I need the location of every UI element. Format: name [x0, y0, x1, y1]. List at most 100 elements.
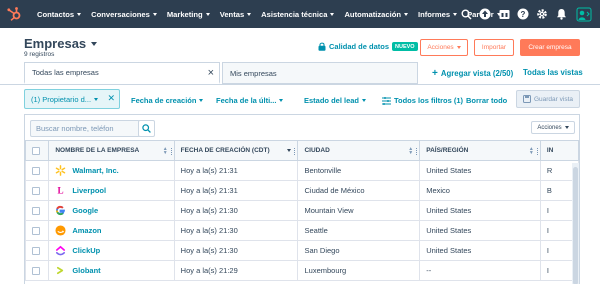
search-icon[interactable] [460, 8, 472, 20]
select-all-checkbox[interactable] [32, 146, 40, 155]
column-label: IN [546, 147, 554, 154]
owner-filter-label: (1) Propietario d... [31, 94, 92, 104]
owner-filter-chip[interactable]: (1) Propietario d... ✕ [24, 89, 120, 109]
company-link[interactable]: L Liverpool [55, 185, 173, 196]
sort-icon[interactable]: ▲ ▼ [529, 147, 534, 156]
row-checkbox[interactable] [32, 167, 40, 175]
chevron-down-icon [94, 97, 99, 101]
help-icon[interactable]: ? [517, 8, 529, 20]
chevron-down-icon [247, 12, 252, 16]
company-name-cell: Amazon [48, 220, 175, 241]
nav-item-informes[interactable]: Informes [413, 10, 462, 19]
create-company-button[interactable]: Crear empresa [520, 39, 580, 56]
row-checkbox[interactable] [32, 187, 40, 195]
clickup-logo-icon [56, 245, 66, 256]
search-button[interactable] [138, 120, 155, 137]
row-checkbox[interactable] [32, 247, 40, 255]
notifications-icon[interactable] [555, 8, 567, 20]
last-activity-filter[interactable]: Fecha de la últi... [216, 96, 284, 105]
avatar[interactable] [574, 5, 594, 23]
column-header-created-date[interactable]: FECHA DE CREACIÓN (CDT) [173, 140, 299, 161]
company-name-cell: Globant [48, 260, 175, 281]
table-row[interactable]: Globant Hoy a la(s) 21:29 Luxembourg -- … [25, 260, 579, 281]
lead-status-filter[interactable]: Estado del lead [304, 96, 367, 105]
table-row[interactable]: Walmart, Inc. Hoy a la(s) 21:31 Bentonvi… [25, 160, 579, 181]
close-icon[interactable]: ✕ [107, 93, 115, 104]
company-link[interactable]: Globant [55, 265, 173, 276]
hubspot-logo-icon[interactable] [6, 6, 22, 22]
row-select-cell [25, 160, 50, 181]
created-date-cell: Hoy a la(s) 21:31 [173, 160, 299, 181]
marketplace-icon[interactable] [498, 8, 510, 20]
column-resize-handle[interactable] [294, 148, 296, 155]
chevron-down-icon [199, 99, 204, 102]
country-cell: United States [419, 220, 541, 241]
actions-button[interactable]: Acciones [420, 39, 468, 56]
filter-label: Estado del lead [304, 96, 360, 105]
company-link[interactable]: Walmart, Inc. [55, 165, 173, 176]
column-resize-handle[interactable] [416, 148, 418, 155]
row-select-cell [25, 180, 50, 201]
import-button[interactable]: Importar [474, 39, 514, 56]
tab-all-companies[interactable]: Todas las empresas × [24, 62, 220, 84]
company-name-cell: L Liverpool [48, 180, 175, 201]
company-link[interactable]: ClickUp [55, 245, 173, 256]
row-checkbox[interactable] [32, 207, 40, 215]
nav-utility-icons: ? [460, 0, 594, 28]
settings-icon[interactable] [536, 8, 548, 20]
table-actions-label: Acciones [537, 124, 562, 131]
column-resize-handle[interactable] [170, 148, 173, 155]
sort-descending-icon[interactable] [287, 149, 292, 152]
save-view-button[interactable]: Guardar vista [516, 90, 580, 108]
table-row[interactable]: Google Hoy a la(s) 21:30 Mountain View U… [25, 200, 579, 221]
country-cell: Mexico [419, 180, 541, 201]
row-select-cell [25, 260, 50, 281]
page-title[interactable]: Empresas [24, 36, 98, 51]
company-link[interactable]: Google [55, 205, 173, 216]
data-quality-link[interactable]: Calidad de datos NUEVO [318, 42, 418, 51]
nav-item-marketing[interactable]: Marketing [162, 10, 215, 19]
all-views-link[interactable]: Todas las vistas [523, 68, 583, 77]
table-row[interactable]: ClickUp Hoy a la(s) 21:30 San Diego Unit… [25, 240, 579, 261]
new-badge: NUEVO [392, 42, 418, 51]
chevron-down-icon [564, 126, 569, 129]
nav-item-contactos[interactable]: Contactos [32, 10, 86, 19]
row-checkbox[interactable] [32, 267, 40, 275]
nav-item-asistencia[interactable]: Asistencia técnica [256, 10, 339, 19]
table-row[interactable]: L Liverpool Hoy a la(s) 21:31 Ciudad de … [25, 180, 579, 201]
nav-item-conversaciones[interactable]: Conversaciones [86, 10, 162, 19]
nav-item-automatizacion[interactable]: Automatización [339, 10, 413, 19]
sort-icon[interactable]: ▲ ▼ [408, 147, 413, 156]
table-actions-button[interactable]: Acciones [531, 121, 575, 134]
column-header-country[interactable]: PAÍS/REGIÓN ▲ ▼ [419, 140, 541, 161]
created-date-filter[interactable]: Fecha de creación [131, 96, 204, 105]
table-row[interactable]: Amazon Hoy a la(s) 21:30 Seattle United … [25, 220, 579, 241]
upgrade-icon[interactable] [479, 8, 491, 20]
table-scrollbar-thumb[interactable] [573, 167, 578, 284]
column-resize-handle[interactable] [536, 148, 539, 155]
company-name: ClickUp [72, 246, 101, 255]
tab-my-companies[interactable]: Mis empresas [222, 62, 418, 84]
row-select-cell [25, 200, 50, 221]
sort-icon[interactable]: ▲ ▼ [163, 147, 168, 156]
column-label: CIUDAD [304, 147, 330, 154]
nav-item-ventas[interactable]: Ventas [215, 10, 256, 19]
clear-all-button[interactable]: Borrar todo [466, 96, 507, 105]
chevron-down-icon [362, 99, 367, 102]
all-filters-button[interactable]: Todos los filtros (1) [382, 96, 463, 105]
company-name: Google [72, 206, 99, 215]
row-checkbox[interactable] [32, 227, 40, 235]
close-icon[interactable]: × [208, 67, 214, 79]
column-header-city[interactable]: CIUDAD ▲ ▼ [297, 140, 421, 161]
chevron-down-icon [77, 12, 82, 16]
column-header-partial[interactable]: IN [539, 140, 579, 161]
column-label: NOMBRE DE LA EMPRESA [55, 147, 140, 154]
column-header-name[interactable]: NOMBRE DE LA EMPRESA ▲ ▼ [48, 140, 175, 161]
save-view-label: Guardar vista [533, 95, 574, 103]
company-link[interactable]: Amazon [55, 225, 173, 236]
add-view-button[interactable]: + Agregar vista (2/50) [432, 68, 513, 79]
tab-label: Todas las empresas [32, 68, 99, 77]
svg-text:?: ? [521, 10, 526, 19]
search-input[interactable]: Buscar nombre, teléfon [30, 120, 140, 137]
company-name: Amazon [72, 226, 102, 235]
